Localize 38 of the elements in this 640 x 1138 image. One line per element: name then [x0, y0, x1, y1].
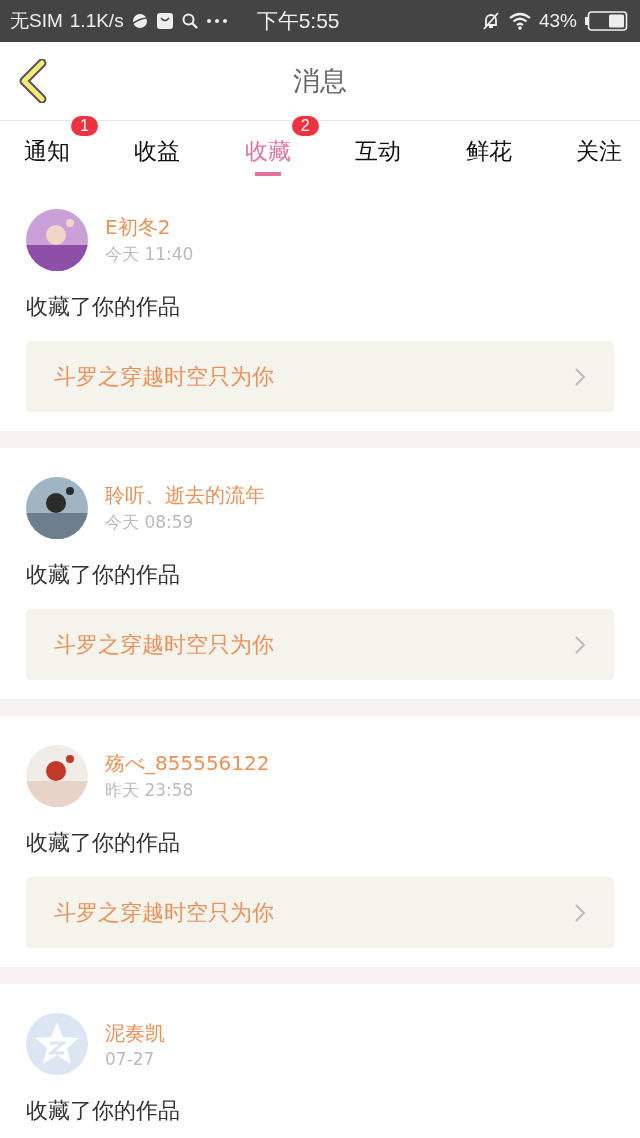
wifi-icon [507, 12, 532, 30]
clock-text: 下午5:55 [256, 8, 340, 34]
unread-badge: 2 [291, 116, 319, 136]
battery-percent: 43% [538, 10, 577, 32]
user-name[interactable]: 殇べ_855556122 [105, 750, 270, 777]
tab[interactable]: 鲜花 [455, 121, 522, 176]
message-text: 收藏了你的作品 [26, 293, 180, 321]
message-text: 收藏了你的作品 [26, 829, 180, 857]
muted-bell-icon [480, 11, 501, 31]
chevron-right-icon [574, 366, 586, 387]
message-time: 07-27 [105, 1048, 155, 1069]
more-icon [205, 18, 228, 24]
user-name[interactable]: 泥奏凯 [105, 1019, 165, 1047]
work-link[interactable]: 斗罗之穿越时空只为你 [26, 609, 614, 680]
battery-icon [584, 11, 628, 31]
unread-badge: 1 [71, 116, 98, 136]
tab[interactable]: 关注 [565, 121, 632, 176]
tab[interactable]: 互动 [345, 121, 412, 176]
planet-icon [130, 12, 149, 30]
message-text: 收藏了你的作品 [26, 1097, 180, 1125]
chevron-right-icon [574, 634, 586, 655]
user-name[interactable]: 聆听、逝去的流年 [105, 482, 265, 509]
message-time: 今天 11:40 [105, 243, 194, 266]
page-title: 消息 [293, 64, 347, 98]
message-time: 今天 08:59 [105, 511, 194, 534]
shopping-bag-icon [155, 12, 174, 30]
user-name[interactable]: E初冬2 [105, 214, 171, 241]
work-link[interactable]: 斗罗之穿越时空只为你 [26, 341, 614, 412]
search-icon [180, 12, 199, 30]
default-avatar-icon [26, 1013, 88, 1075]
work-link[interactable]: 斗罗之穿越时空只为你 [26, 877, 614, 948]
back-chevron-icon[interactable] [18, 59, 48, 103]
message-time: 昨天 23:58 [105, 779, 194, 802]
chevron-right-icon [574, 902, 586, 923]
network-speed: 1.1K/s [69, 10, 124, 32]
message-text: 收藏了你的作品 [26, 561, 180, 589]
carrier-text: 无SIM [10, 9, 63, 33]
tab[interactable]: 收益 [124, 121, 191, 176]
